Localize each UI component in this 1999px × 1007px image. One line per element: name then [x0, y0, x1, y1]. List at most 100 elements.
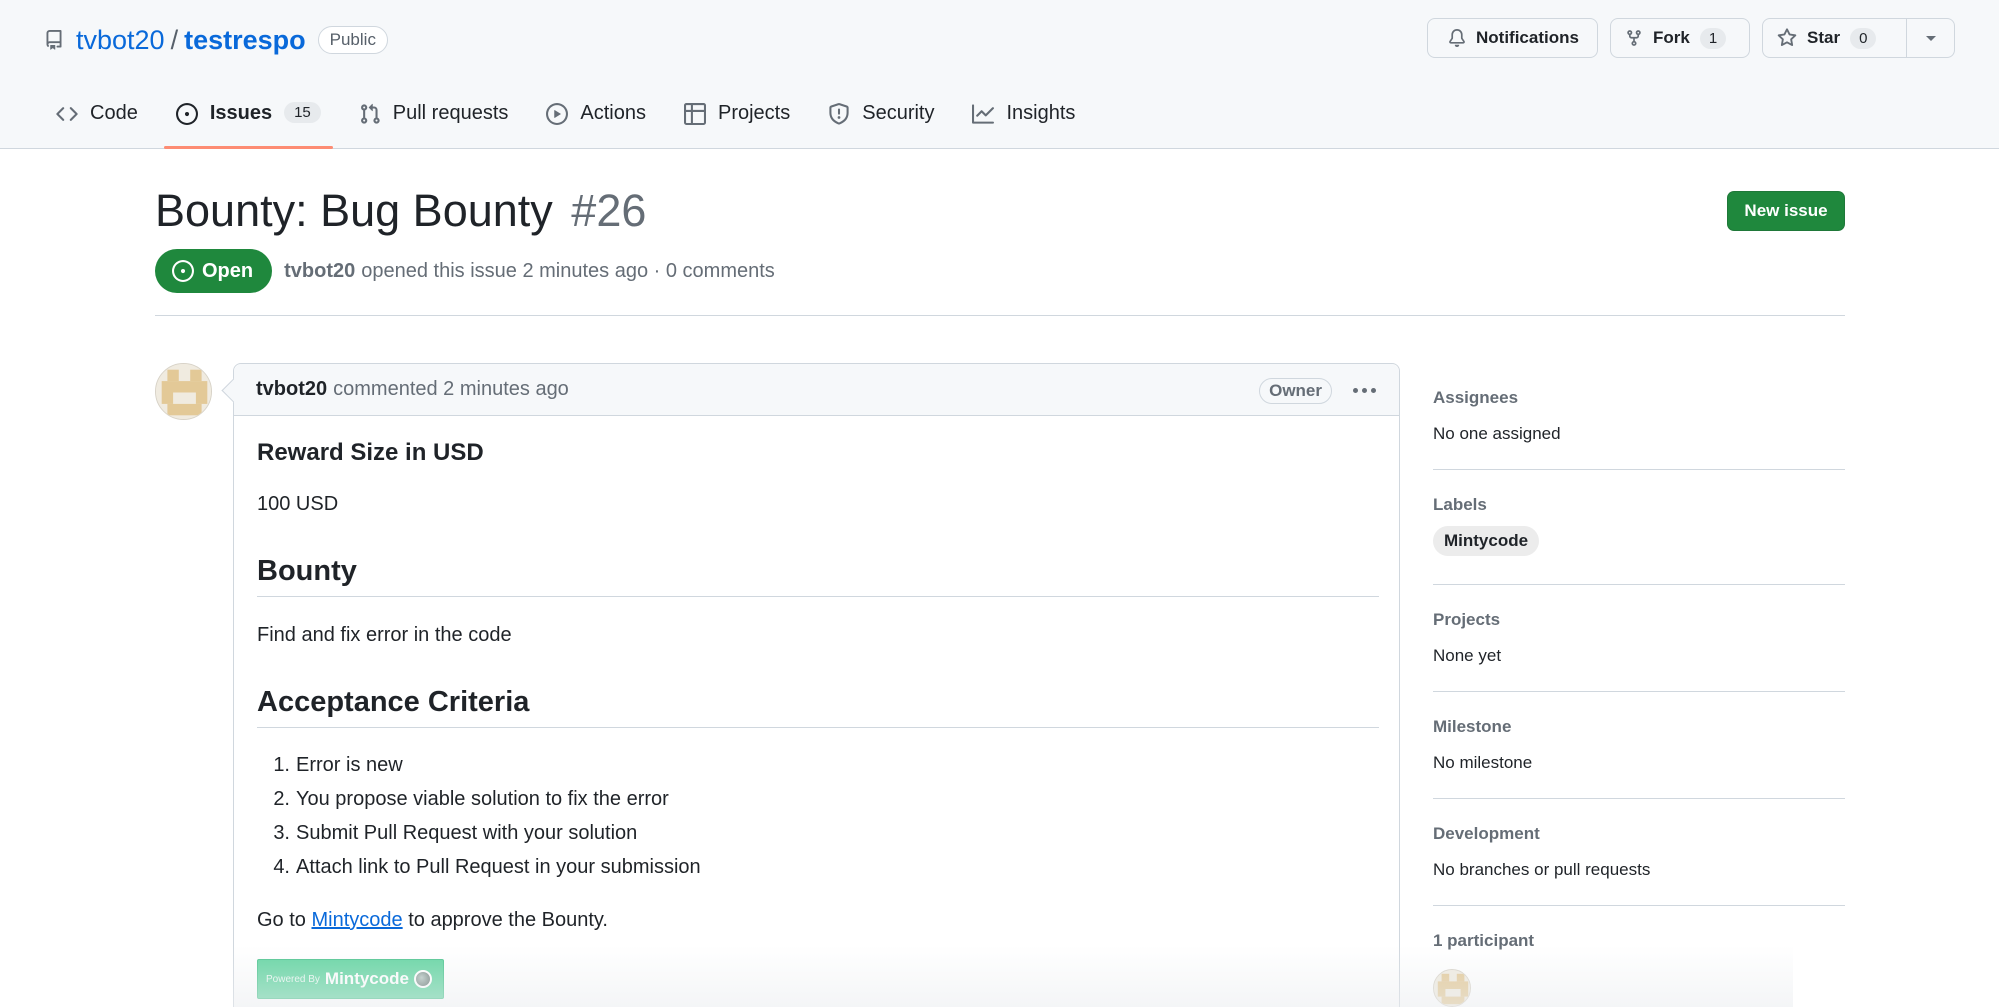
bell-icon: [1448, 29, 1466, 47]
sidebar-milestone: Milestone No milestone: [1433, 692, 1845, 799]
visibility-badge: Public: [317, 26, 388, 54]
powered-brand-text: Mintycode: [324, 969, 409, 988]
bounty-heading: Bounty: [257, 555, 1379, 597]
owner-badge: Owner: [1259, 378, 1332, 404]
sidebar-projects: Projects None yet: [1433, 585, 1845, 692]
identicon-avatar: [1434, 970, 1470, 1006]
issue-state-badge: Open: [155, 249, 273, 293]
repo-title: tvbot20 / testrespo Public: [44, 22, 388, 58]
tab-code[interactable]: Code: [44, 96, 150, 149]
issue-opened-icon: [172, 260, 194, 282]
repo-icon: [44, 29, 66, 51]
list-item: 4. Attach link to Pull Request in your su…: [273, 856, 701, 878]
author-avatar[interactable]: [155, 363, 212, 420]
issue-meta: Open tvbot20 opened this issue 2 minutes…: [155, 249, 775, 293]
star-dropdown-button[interactable]: [1907, 18, 1955, 58]
fork-label: Fork: [1653, 28, 1690, 47]
label-chip-mintycode[interactable]: Mintycode: [1433, 526, 1540, 556]
tab-actions[interactable]: Actions: [534, 96, 658, 149]
sidebar-assignees: Assignees No one assigned: [1433, 363, 1845, 470]
labels-label[interactable]: Labels: [1433, 495, 1487, 515]
kebab-icon[interactable]: [1349, 378, 1379, 402]
tab-issues[interactable]: Issues 15: [163, 96, 333, 149]
projects-value: None yet: [1433, 646, 1502, 665]
code-icon: [56, 102, 78, 126]
issue-number: #26: [571, 185, 647, 236]
tab-security[interactable]: Security: [816, 96, 946, 149]
fork-button[interactable]: Fork 1: [1610, 18, 1750, 58]
issue-title-text: Bounty: Bug Bounty: [155, 185, 553, 236]
goto-suffix: to approve the Bounty.: [408, 909, 608, 931]
criteria-heading: Acceptance Criteria: [257, 686, 1379, 728]
milestone-value: No milestone: [1433, 753, 1533, 772]
powered-by-text: Powered By: [266, 973, 320, 985]
repo-separator: /: [170, 24, 179, 55]
tab-insights-label: Insights: [1006, 102, 1076, 124]
repo-owner-link[interactable]: tvbot20: [76, 25, 165, 56]
criteria-list: 1. Error is new 2. You propose viable solu…: [257, 748, 701, 884]
caret-down-icon: [1925, 28, 1937, 48]
graph-icon: [972, 102, 995, 126]
mintycode-link[interactable]: Mintycode: [311, 909, 402, 931]
tab-projects[interactable]: Projects: [672, 96, 802, 149]
reward-value: 100 USD: [257, 493, 339, 515]
repo-nav: Code Issues 15 Pull requests Actions Pro…: [44, 96, 1101, 149]
comment-header: tvbot20 commented 2 minutes ago Owner: [234, 364, 1399, 416]
notifications-label: Notifications: [1476, 28, 1579, 47]
development-value: No branches or pull requests: [1433, 860, 1651, 879]
sidebar-participants: 1 participant: [1433, 906, 1845, 1007]
tab-insights[interactable]: Insights: [960, 96, 1087, 149]
notifications-button[interactable]: Notifications: [1427, 18, 1598, 58]
header-divider: [155, 315, 1845, 316]
participant-avatar[interactable]: [1433, 969, 1471, 1007]
star-counter: 0: [1850, 27, 1877, 49]
play-icon: [546, 102, 569, 126]
new-issue-button[interactable]: New issue: [1727, 191, 1845, 231]
powered-by-mintycode-badge[interactable]: Powered By Mintycode: [257, 959, 444, 999]
list-item: 2. You propose viable solution to fix the…: [273, 788, 669, 810]
comment-author-link[interactable]: tvbot20: [256, 378, 327, 401]
issue-header: Bounty: Bug Bounty #26 New issue Open tv…: [155, 182, 1845, 293]
tab-projects-label: Projects: [717, 102, 791, 124]
issue-author-link[interactable]: tvbot20: [284, 260, 355, 283]
tab-pull-requests-label: Pull requests: [392, 102, 509, 124]
star-button[interactable]: Star 0: [1762, 18, 1907, 58]
issue-comment: tvbot20 commented 2 minutes ago Owner Re…: [233, 363, 1400, 1007]
tab-code-label: Code: [90, 102, 138, 124]
reward-heading: Reward Size in USD: [257, 439, 484, 466]
issues-counter: 15: [284, 102, 321, 123]
comment-timestamp[interactable]: commented 2 minutes ago: [333, 378, 569, 401]
sidebar-labels: Labels Mintycode: [1433, 470, 1845, 585]
bounty-text: Find and fix error in the code: [257, 624, 512, 646]
star-label: Star: [1807, 28, 1841, 47]
issue-title: Bounty: Bug Bounty #26: [155, 182, 1845, 240]
goto-paragraph: Go to Mintycode to approve the Bounty.: [257, 909, 608, 932]
repo-actions: Notifications Fork 1 Star 0: [1427, 18, 1955, 58]
tab-issues-label: Issues: [209, 102, 273, 124]
repo-name-link[interactable]: testrespo: [184, 25, 306, 56]
milestone-label[interactable]: Milestone: [1433, 717, 1511, 737]
fork-counter: 1: [1699, 27, 1727, 49]
list-item: 1. Error is new: [273, 754, 403, 776]
tab-actions-label: Actions: [580, 102, 646, 124]
development-label[interactable]: Development: [1433, 824, 1540, 844]
star-button-group: Star 0: [1762, 18, 1955, 58]
projects-label[interactable]: Projects: [1433, 610, 1500, 630]
pull-request-icon: [359, 102, 381, 126]
issue-state-label: Open: [202, 259, 254, 282]
star-icon: [1777, 28, 1797, 48]
issue-opened-icon: [175, 102, 198, 126]
shield-icon: [828, 102, 850, 126]
tab-pull-requests[interactable]: Pull requests: [347, 96, 521, 149]
mintycode-logo-icon: [413, 970, 432, 988]
repo-header: tvbot20 / testrespo Public Notifications…: [0, 0, 1999, 149]
fork-icon: [1625, 29, 1643, 47]
tab-security-label: Security: [862, 102, 935, 124]
identicon-avatar: [156, 364, 211, 419]
assignees-value: No one assigned: [1433, 424, 1561, 443]
list-item: 3. Submit Pull Request with your solution: [273, 822, 638, 844]
goto-prefix: Go to: [257, 909, 306, 931]
assignees-label[interactable]: Assignees: [1433, 388, 1518, 408]
participants-label: 1 participant: [1433, 931, 1535, 950]
sidebar-development: Development No branches or pull requests: [1433, 799, 1845, 906]
